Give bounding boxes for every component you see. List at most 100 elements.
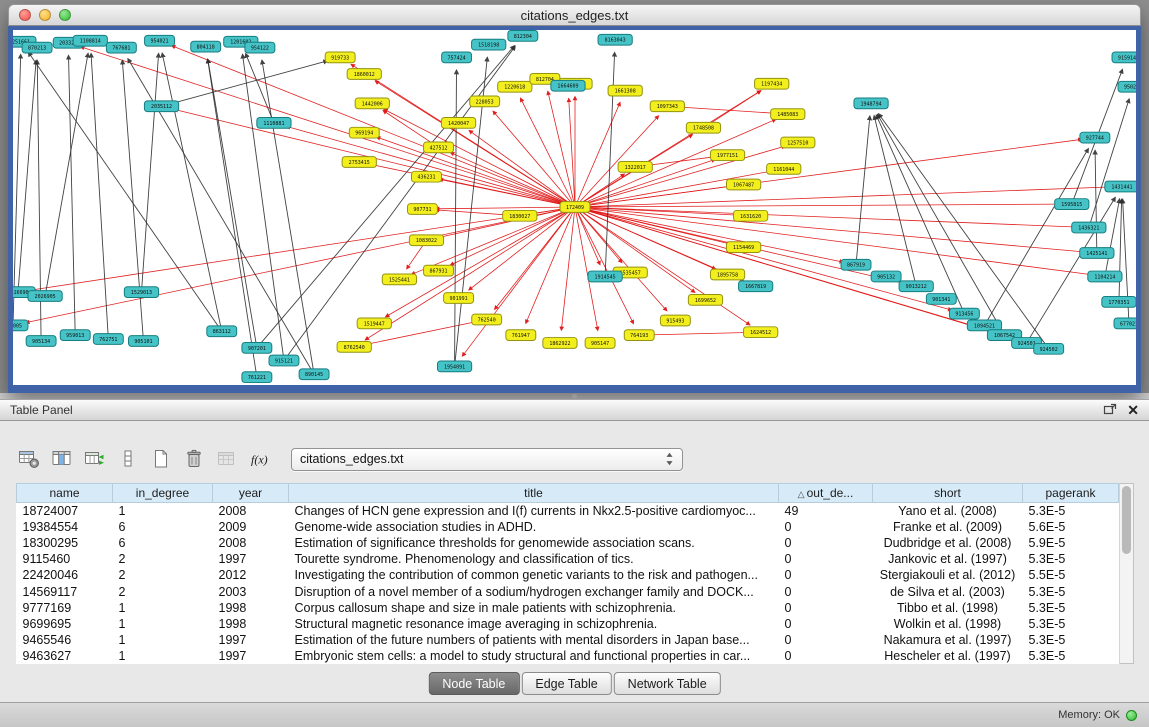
column-header-pagerank[interactable]: pagerank <box>1023 484 1119 503</box>
rows-icon[interactable] <box>115 446 141 472</box>
graph-node[interactable]: 8762540 <box>337 341 371 352</box>
graph-edge[interactable] <box>69 55 76 335</box>
graph-node[interactable]: 954122 <box>245 42 275 53</box>
graph-edge[interactable] <box>984 149 1088 326</box>
table-cell[interactable]: Hescheler et al. (1997) <box>873 648 1023 664</box>
table-cell[interactable]: Yano et al. (2008) <box>873 503 1023 520</box>
graph-edge[interactable] <box>469 130 575 207</box>
table-cell[interactable]: 49 <box>779 503 873 520</box>
graph-node[interactable]: 1420047 <box>441 118 475 129</box>
table-cell[interactable]: 1998 <box>213 600 289 616</box>
table-cell[interactable]: 5.3E-5 <box>1023 583 1119 599</box>
graph-node[interactable]: 1197434 <box>755 78 789 89</box>
graph-node[interactable]: 1748508 <box>686 122 720 133</box>
graph-edge[interactable] <box>262 60 314 374</box>
graph-node[interactable]: 1220618 <box>498 81 532 92</box>
table-cell[interactable]: 0 <box>779 551 873 567</box>
graph-node[interactable]: 1108814 <box>73 35 107 46</box>
table-cell[interactable]: 9777169 <box>17 600 113 616</box>
graph-node[interactable]: 1518198 <box>472 39 506 50</box>
graph-edge[interactable] <box>286 126 575 207</box>
table-cell[interactable]: 0 <box>779 535 873 551</box>
table-cell[interactable]: Tibbo et al. (1998) <box>873 600 1023 616</box>
graph-node[interactable]: 812304 <box>508 30 538 41</box>
graph-node[interactable]: 1097343 <box>650 101 684 112</box>
table-cell[interactable]: 0 <box>779 616 873 632</box>
graph-node[interactable]: 915493 <box>660 315 690 326</box>
table-row[interactable]: 1872400712008Changes of HCN gene express… <box>17 503 1119 520</box>
graph-edge[interactable] <box>243 54 284 360</box>
table-selector[interactable]: citations_edges.txt <box>291 448 683 471</box>
new-table-icon[interactable] <box>148 446 174 472</box>
graph-edge[interactable] <box>18 60 36 292</box>
minimize-button[interactable] <box>39 9 51 21</box>
table-cell[interactable]: Corpus callosum shape and size in male p… <box>289 600 779 616</box>
graph-node[interactable]: 1595815 <box>1055 199 1089 210</box>
column-header-title[interactable]: title <box>289 484 779 503</box>
graph-node[interactable]: 1094521 <box>967 320 1001 331</box>
scrollbar-thumb[interactable] <box>1122 486 1131 554</box>
table-cell[interactable]: 5.3E-5 <box>1023 503 1119 520</box>
graph-edge[interactable] <box>365 207 575 340</box>
table-cell[interactable]: 1997 <box>213 632 289 648</box>
graph-edge[interactable] <box>208 59 257 348</box>
graph-node[interactable]: 1661308 <box>608 85 642 96</box>
graph-node[interactable]: 870213 <box>22 42 52 53</box>
network-window[interactable]: citations_edges.txt 17240912554371661308… <box>8 4 1141 393</box>
graph-edge[interactable] <box>81 47 575 207</box>
graph-node[interactable]: 9013212 <box>899 281 933 292</box>
graph-node[interactable]: 804118 <box>191 41 221 52</box>
table-cell[interactable]: Tourette syndrome. Phenomenology and cla… <box>289 551 779 567</box>
graph-node[interactable]: 757424 <box>442 52 472 63</box>
graph-node[interactable]: 1485083 <box>771 109 805 120</box>
table-cell[interactable]: 1998 <box>213 616 289 632</box>
table-cell[interactable]: Franke et al. (2009) <box>873 519 1023 535</box>
graph-node[interactable]: 1948794 <box>854 98 888 109</box>
table-cell[interactable]: Estimation of significance thresholds fo… <box>289 535 779 551</box>
graph-edge[interactable] <box>26 207 575 323</box>
graph-node[interactable]: 905132 <box>871 271 901 282</box>
graph-edge[interactable] <box>384 109 575 207</box>
table-cell[interactable]: 5.3E-5 <box>1023 600 1119 616</box>
table-cell[interactable]: Investigating the contribution of common… <box>289 567 779 583</box>
table-cell[interactable]: de Silva et al. (2003) <box>873 583 1023 599</box>
graph-edge[interactable] <box>91 53 108 339</box>
table-cell[interactable]: Nakamura et al. (1997) <box>873 632 1023 648</box>
import-table-icon[interactable] <box>214 446 240 472</box>
table-cell[interactable]: 6 <box>113 519 213 535</box>
table-cell[interactable]: Dudbridge et al. (2008) <box>873 535 1023 551</box>
graph-edge[interactable] <box>1027 197 1116 343</box>
graph-node[interactable]: 436231 <box>412 171 442 182</box>
graph-node[interactable]: 954021 <box>145 35 175 46</box>
table-row[interactable]: 946554611997Estimation of the future num… <box>17 632 1119 648</box>
table-cell[interactable]: 1 <box>113 648 213 664</box>
close-panel-icon[interactable]: ✕ <box>1127 403 1139 417</box>
graph-node[interactable]: 915914 <box>1112 52 1136 63</box>
graph-node[interactable]: 761221 <box>242 372 272 383</box>
table-cell[interactable]: 2008 <box>213 535 289 551</box>
graph-node[interactable]: 1257510 <box>781 137 815 148</box>
graph-node[interactable]: 761947 <box>506 330 536 341</box>
graph-node[interactable]: 1631620 <box>734 210 768 221</box>
table-cell[interactable]: 9465546 <box>17 632 113 648</box>
graph-node[interactable]: 228053 <box>470 96 500 107</box>
graph-node[interactable]: 1862922 <box>543 338 577 349</box>
graph-node[interactable]: 1161044 <box>767 163 801 174</box>
table-cell[interactable]: 1 <box>113 600 213 616</box>
graph-edge[interactable] <box>575 102 620 207</box>
graph-edge[interactable] <box>13 54 21 325</box>
graph-node[interactable]: 924502 <box>1034 343 1064 354</box>
table-cell[interactable]: 1997 <box>213 648 289 664</box>
graph-node[interactable]: 969194 <box>349 127 379 138</box>
graph-node[interactable]: 767681 <box>106 42 136 53</box>
table-row[interactable]: 1456911722003Disruption of a novel membe… <box>17 583 1119 599</box>
graph-node[interactable]: 890145 <box>299 369 329 380</box>
graph-node[interactable]: 1525441 <box>382 274 416 285</box>
graph-edge[interactable] <box>351 64 575 207</box>
graph-node[interactable]: 762751 <box>93 334 123 345</box>
graph-node[interactable]: 905147 <box>585 338 615 349</box>
close-button[interactable] <box>19 9 31 21</box>
graph-node[interactable]: 1977151 <box>710 150 744 161</box>
tab-node-table[interactable]: Node Table <box>428 672 519 695</box>
graph-node[interactable]: 1664609 <box>551 80 585 91</box>
